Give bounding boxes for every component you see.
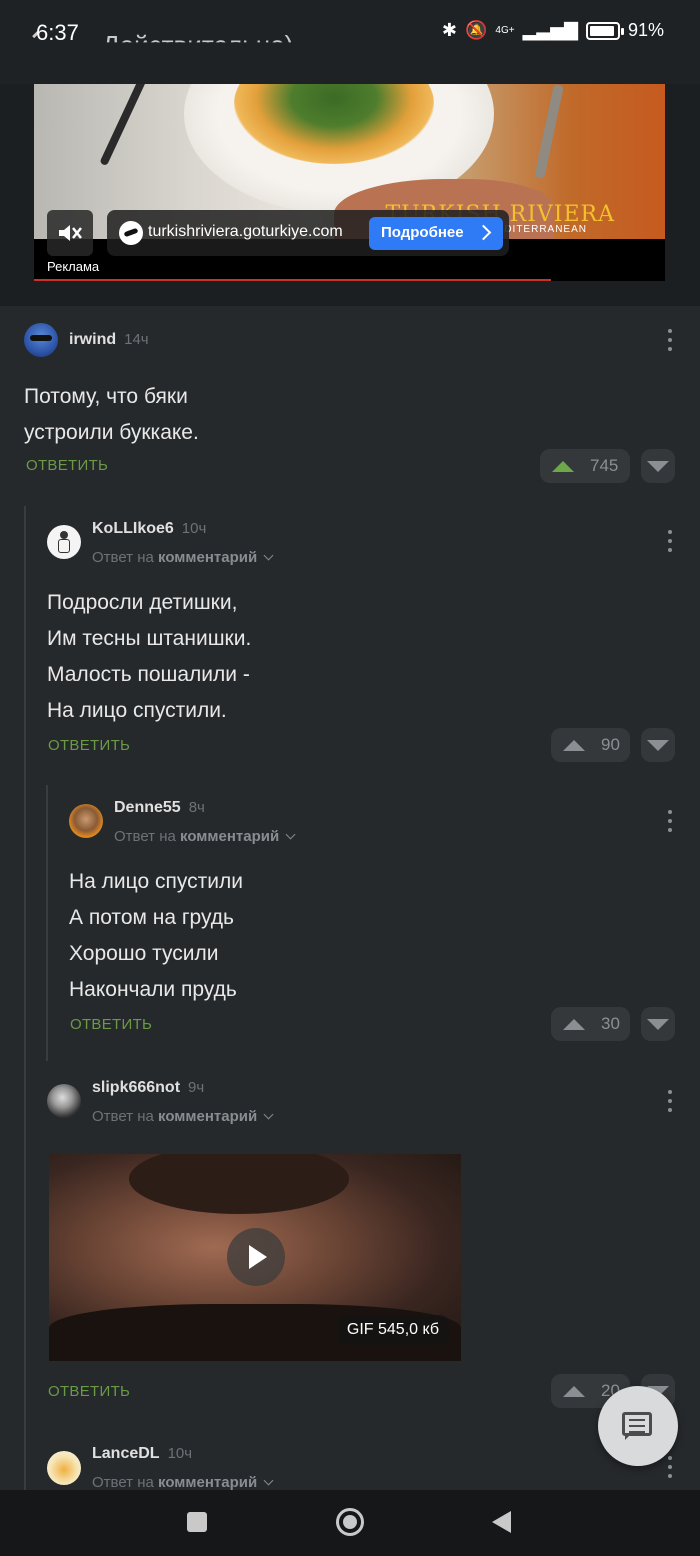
post-title-behind: Действительно) [102,30,294,60]
comment-body: Потому, что бяки устроили буккаке. [24,385,199,444]
reply-to-link[interactable]: Ответ на комментарий [92,1474,274,1490]
home-icon[interactable] [336,1508,364,1536]
chevron-down-icon [263,1109,274,1120]
reply-button[interactable]: ОТВЕТИТЬ [70,1016,152,1033]
more-menu-icon[interactable] [667,530,673,552]
write-comment-button[interactable] [598,1386,678,1466]
downvote-arrow-icon [647,461,669,472]
mute-button[interactable] [47,210,93,256]
network-type: 4G+ [495,24,515,36]
upvote-button[interactable]: 90 [551,728,630,762]
downvote-arrow-icon [647,1019,669,1030]
thread-line [46,785,48,1061]
status-time: 6:37 [36,20,79,45]
downvote-button[interactable] [641,449,675,483]
reply-to-link[interactable]: Ответ на комментарий [92,549,274,566]
avatar[interactable] [47,1084,81,1118]
upvote-arrow-icon [563,739,585,751]
gif-attachment[interactable]: GIF 545,0 кб [49,1154,461,1361]
vote-count: 90 [601,735,620,754]
chevron-right-icon [475,224,492,241]
reply-button[interactable]: ОТВЕТИТЬ [48,737,130,754]
comment-icon [622,1412,652,1436]
ad-block: TURKISH RIVIERA MEDITERRANEAN Реклама tu… [0,84,700,306]
battery-icon [585,21,624,40]
comment-author[interactable]: slipk666not 9ч [92,1079,204,1097]
comment-author[interactable]: KoLLIkoe6 10ч [92,520,206,538]
app-screen: Действительно) 6:37 ✱ 🔕 4G+ ▂▃▅▇ 91% TUR… [0,0,700,1556]
comment-time: 10ч [181,520,207,537]
avatar[interactable] [47,525,81,559]
thread-line [24,506,26,1490]
ad-more-label: Подробнее [381,224,464,241]
battery-percent: 91% [627,20,664,40]
bluetooth-icon: ✱ [441,20,457,40]
more-menu-icon[interactable] [667,329,673,351]
upvote-arrow-icon [563,1385,585,1397]
chevron-down-icon [285,829,296,840]
downvote-button[interactable] [641,1007,675,1041]
ad-progress-bar [34,279,552,281]
reply-button[interactable]: ОТВЕТИТЬ [26,457,108,474]
ad-more-button[interactable]: Подробнее [369,217,503,250]
speaker-muted-icon [59,225,82,241]
advertiser-logo-icon [119,221,143,245]
ad-link-pill[interactable]: turkishriviera.goturkiye.com Подробнее [107,210,509,256]
comment-body: Подросли детишки, Им тесны штанишки. Малос… [47,591,252,722]
back-icon[interactable] [492,1511,511,1533]
reply-to-link[interactable]: Ответ на комментарий [114,828,296,845]
upvote-button[interactable]: 30 [551,1007,630,1041]
comments-section: irwind 14ч Потому, что бяки устроили букка… [0,306,700,1490]
status-bar: Действительно) 6:37 ✱ 🔕 4G+ ▂▃▅▇ 91% [0,0,700,84]
more-menu-icon[interactable] [667,1456,673,1478]
vote-count: 30 [601,1014,620,1033]
knife-image [534,84,564,180]
ad-label: Реклама [47,259,100,274]
comment-time: 9ч [188,1079,205,1096]
upvote-arrow-icon [563,1018,585,1030]
avatar[interactable] [69,804,103,838]
fork-image [99,84,147,167]
more-menu-icon[interactable] [667,810,673,832]
vote-count: 745 [590,456,619,475]
comment-author[interactable]: LanceDL 10ч [92,1445,192,1463]
comment-time: 14ч [124,331,149,348]
ad-domain[interactable]: turkishriviera.goturkiye.com [148,223,343,241]
play-icon[interactable] [227,1228,285,1286]
recents-icon[interactable] [187,1512,207,1532]
more-menu-icon[interactable] [667,1090,673,1112]
avatar[interactable] [24,323,58,357]
downvote-arrow-icon [647,740,669,751]
upvote-button[interactable]: 745 [540,449,630,483]
comment-author[interactable]: Denne55 8ч [114,799,205,817]
upvote-arrow-icon [552,460,574,472]
reply-to-link[interactable]: Ответ на комментарий [92,1108,274,1125]
comment-time: 8ч [188,799,205,816]
chevron-down-icon [263,550,274,561]
reply-button[interactable]: ОТВЕТИТЬ [48,1383,130,1400]
downvote-button[interactable] [641,728,675,762]
status-icons: ✱ 🔕 4G+ ▂▃▅▇ 91% [442,20,664,41]
mute-bell-icon: 🔕 [464,20,488,40]
gif-image [129,1154,349,1214]
comment-time: 10ч [167,1445,193,1462]
signal-icon: ▂▃▅▇ [522,20,578,40]
comment-icon-tail [625,1434,631,1440]
system-nav-bar [0,1490,700,1556]
comment-body: На лицо спустили А потом на грудь Хорошо т… [69,870,243,1001]
comment-author[interactable]: irwind 14ч [69,331,149,349]
gif-size-label: GIF 545,0 кб [336,1315,449,1345]
chevron-down-icon [263,1475,274,1486]
avatar[interactable] [47,1451,81,1485]
